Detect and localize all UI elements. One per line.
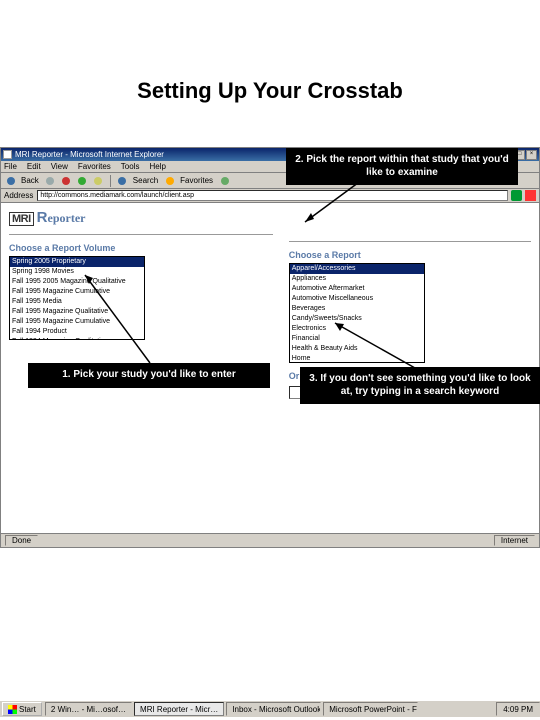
taskbar: Start 2 Win… - Mi…osof… MRI Reporter - M… xyxy=(0,700,540,717)
report-listbox[interactable]: Apparel/Accessories Appliances Automotiv… xyxy=(289,263,425,363)
list-item[interactable]: Appliances xyxy=(290,274,424,284)
list-item[interactable]: Spring 2005 Proprietary xyxy=(10,257,144,267)
divider xyxy=(289,241,531,242)
search-label: Search xyxy=(133,176,158,185)
menu-favorites[interactable]: Favorites xyxy=(78,162,111,171)
list-item[interactable]: Fall 1994 Magazine Qualitative xyxy=(10,337,144,340)
list-item[interactable]: Financial xyxy=(290,334,424,344)
choose-report-title: Choose a Report xyxy=(289,250,531,260)
browser-window: MRI Reporter - Microsoft Internet Explor… xyxy=(0,147,540,548)
list-item[interactable]: Health & Beauty Aids xyxy=(290,344,424,354)
start-label: Start xyxy=(19,705,36,714)
address-label: Address xyxy=(4,191,33,200)
logo: MRI RReportereporter xyxy=(9,209,273,226)
list-item[interactable]: Home xyxy=(290,354,424,363)
favorites-label: Favorites xyxy=(180,176,213,185)
status-right: Internet xyxy=(494,535,535,546)
links-icon[interactable] xyxy=(525,190,536,201)
list-item[interactable]: Fall 1995 Magazine Cumulative xyxy=(10,287,144,297)
list-item[interactable]: Fall 1995 Magazine Cumulative xyxy=(10,317,144,327)
volume-listbox[interactable]: Spring 2005 Proprietary Spring 1998 Movi… xyxy=(9,256,145,340)
list-item[interactable]: Fall 1995 2005 Magazine Qualitative xyxy=(10,277,144,287)
slide-title: Setting Up Your Crosstab xyxy=(0,78,540,104)
callout-2: 2. Pick the report within that study tha… xyxy=(286,148,518,185)
callout-1: 1. Pick your study you'd like to enter xyxy=(28,363,270,388)
system-tray[interactable]: 4:09 PM xyxy=(496,702,540,716)
favorites-button[interactable] xyxy=(163,174,176,187)
taskbar-task[interactable]: MRI Reporter - Micr… xyxy=(134,702,224,716)
logo-reporter: RReportereporter xyxy=(37,209,86,226)
list-item[interactable]: Fall 1995 Media xyxy=(10,297,144,307)
menu-view[interactable]: View xyxy=(51,162,68,171)
forward-button[interactable] xyxy=(44,174,57,187)
history-button[interactable] xyxy=(218,174,231,187)
search-button[interactable] xyxy=(116,174,129,187)
divider xyxy=(9,234,273,235)
back-label: Back xyxy=(21,176,39,185)
taskbar-task[interactable]: Inbox - Microsoft Outlook xyxy=(226,702,321,716)
windows-flag-icon xyxy=(8,705,17,714)
toolbar-divider xyxy=(110,175,111,187)
list-item[interactable]: Automotive Aftermarket xyxy=(290,284,424,294)
status-left: Done xyxy=(5,535,38,546)
refresh-button[interactable] xyxy=(76,174,89,187)
taskbar-task[interactable]: Microsoft PowerPoint - F… xyxy=(323,702,418,716)
close-button[interactable]: × xyxy=(526,150,537,160)
list-item[interactable]: Apparel/Accessories xyxy=(290,264,424,274)
menu-help[interactable]: Help xyxy=(149,162,165,171)
list-item[interactable]: Beverages xyxy=(290,304,424,314)
logo-mri: MRI xyxy=(9,212,34,226)
ie-icon xyxy=(3,150,12,159)
statusbar: Done Internet xyxy=(1,533,539,547)
list-item[interactable]: Spring 1998 Movies xyxy=(10,267,144,277)
menu-file[interactable]: File xyxy=(4,162,17,171)
back-button[interactable] xyxy=(4,174,17,187)
address-field[interactable]: http://commons.mediamark.com/launch/clie… xyxy=(37,190,508,201)
list-item[interactable]: Automotive Miscellaneous xyxy=(290,294,424,304)
tray-clock: 4:09 PM xyxy=(503,705,533,714)
list-item[interactable]: Candy/Sweets/Snacks xyxy=(290,314,424,324)
list-item[interactable]: Electronics xyxy=(290,324,424,334)
callout-3: 3. If you don't see something you'd like… xyxy=(300,367,540,404)
go-button[interactable] xyxy=(511,190,522,201)
menu-tools[interactable]: Tools xyxy=(121,162,140,171)
menu-edit[interactable]: Edit xyxy=(27,162,41,171)
list-item[interactable]: Fall 1995 Magazine Qualitative xyxy=(10,307,144,317)
start-button[interactable]: Start xyxy=(2,702,42,716)
list-item[interactable]: Fall 1994 Product xyxy=(10,327,144,337)
address-bar: Address http://commons.mediamark.com/lau… xyxy=(1,189,539,203)
taskbar-task[interactable]: 2 Win… - Mi…osof… xyxy=(45,702,132,716)
choose-volume-title: Choose a Report Volume xyxy=(9,243,273,253)
stop-button[interactable] xyxy=(60,174,73,187)
home-button[interactable] xyxy=(92,174,105,187)
